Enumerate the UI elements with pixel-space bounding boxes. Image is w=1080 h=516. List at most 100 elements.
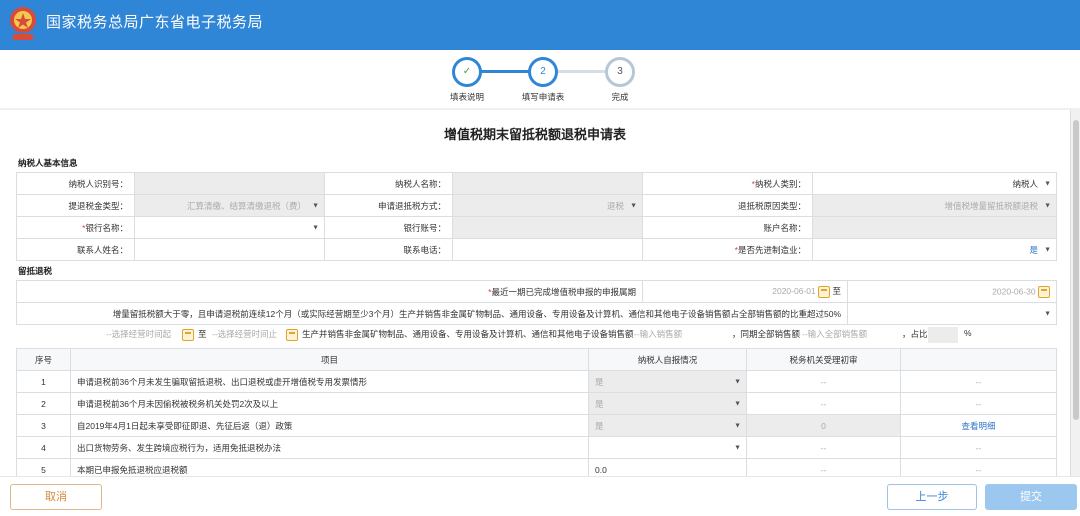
chevron-down-icon: ▼ bbox=[734, 400, 741, 407]
refund-reason-label: 退抵税原因类型： bbox=[642, 194, 813, 217]
row-item: 出口货物劳务、发生跨境应税行为，适用免抵退税办法 bbox=[70, 436, 589, 459]
row-no: 4 bbox=[16, 436, 71, 459]
vertical-scrollbar[interactable] bbox=[1070, 110, 1080, 476]
view-details-link[interactable]: 查看明细 bbox=[900, 414, 1057, 437]
ratio-field bbox=[928, 327, 958, 343]
chevron-down-icon: ▼ bbox=[734, 444, 741, 451]
refund-method-label: 申请退抵税方式： bbox=[324, 194, 453, 217]
footer-bar: 取消 上一步 提交 bbox=[0, 476, 1080, 516]
sales-input[interactable]: --输入销售额 bbox=[634, 328, 682, 340]
total-sales-input[interactable]: --输入全部销售额 bbox=[802, 328, 867, 340]
account-name-field bbox=[812, 216, 1057, 239]
taxpayer-type-label: *纳税人类别： bbox=[642, 172, 813, 195]
table-row: 4 出口货物劳务、发生跨境应税行为，适用免抵退税办法 ▼ -- -- bbox=[16, 436, 1057, 459]
total-sales-label: ，同期全部销售额 bbox=[732, 329, 801, 339]
submit-button[interactable]: 提交 bbox=[985, 484, 1077, 510]
calendar-icon[interactable] bbox=[286, 329, 298, 341]
row-no: 5 bbox=[16, 458, 71, 476]
row-item: 本期已申报免抵退税应退税额 bbox=[70, 458, 589, 476]
refund-method-select[interactable]: 退税 ▼ bbox=[452, 194, 643, 217]
chevron-down-icon: ▼ bbox=[734, 378, 741, 385]
row-no: 3 bbox=[16, 414, 71, 437]
row-self-select[interactable]: 是 ▼ bbox=[588, 392, 747, 415]
refund-reason-select[interactable]: 增值税增量留抵税额退税 ▼ bbox=[812, 194, 1057, 217]
contact-phone-label: 联系电话： bbox=[324, 238, 453, 261]
refund-type-select[interactable]: 汇算清缴、结算清缴退税（费） ▼ bbox=[134, 194, 325, 217]
row-extra: -- bbox=[900, 458, 1057, 476]
cancel-button[interactable]: 取消 bbox=[10, 484, 102, 510]
col-header-self: 纳税人自报情况 bbox=[588, 348, 747, 371]
row-item: 申请退税前36个月未发生骗取留抵退税、出口退税或虚开增值税专用发票情形 bbox=[70, 370, 589, 393]
calendar-icon[interactable] bbox=[818, 285, 831, 298]
row-review: -- bbox=[746, 458, 901, 476]
percent-sign: % bbox=[964, 328, 972, 338]
period-label: *最近一期已完成增值税申报的申报属期 bbox=[16, 280, 643, 303]
taxpayer-type-select[interactable]: 纳税人 ▼ bbox=[812, 172, 1057, 195]
chevron-down-icon: ▼ bbox=[734, 422, 741, 429]
row-extra: -- bbox=[900, 392, 1057, 415]
row-extra: -- bbox=[900, 370, 1057, 393]
col-header-no: 序号 bbox=[16, 348, 71, 371]
table-row: 3 自2019年4月1日起未享受即征即退、先征后返（退）政策 是 ▼ 0 查看明细 bbox=[16, 414, 1057, 437]
chevron-down-icon: ▼ bbox=[1044, 310, 1051, 317]
taxpayer-name-label: 纳税人名称： bbox=[324, 172, 453, 195]
period-end-field[interactable]: 2020-06-30 bbox=[847, 280, 1057, 303]
refund-type-label: 提退税金类型： bbox=[16, 194, 135, 217]
calendar-icon[interactable] bbox=[182, 329, 194, 341]
period-start-field[interactable]: 2020-06-01 至 bbox=[642, 280, 848, 303]
bank-account-field bbox=[452, 216, 643, 239]
bank-name-select[interactable]: ▼ bbox=[134, 216, 325, 239]
row-review: -- bbox=[746, 392, 901, 415]
chevron-down-icon: ▼ bbox=[1044, 202, 1051, 209]
table-row: 5 本期已申报免抵退税应退税额 0.0 -- -- bbox=[16, 458, 1057, 476]
row-self-select[interactable]: 是 ▼ bbox=[588, 370, 747, 393]
contact-name-input[interactable] bbox=[134, 238, 325, 261]
row-review: 0 bbox=[746, 414, 901, 437]
app-title: 国家税务总局广东省电子税务局 bbox=[46, 14, 264, 31]
form-title: 增值税期末留抵税额退税申请表 bbox=[443, 127, 626, 142]
step-1-label: 填表说明 bbox=[449, 92, 484, 102]
ratio-to-label: 至 bbox=[198, 329, 207, 339]
form-content: 增值税期末留抵税额退税申请表 纳税人基本信息 纳税人识别号： 纳税人名称： *纳… bbox=[0, 110, 1070, 476]
col-header-review: 税务机关受理初审 bbox=[746, 348, 901, 371]
question-text: 增量留抵税额大于零，且申请退税前连续12个月（或实际经营期至少3个月）生产并销售… bbox=[16, 302, 848, 325]
business-end-input[interactable]: --选择经营时间止 bbox=[212, 328, 277, 340]
col-header-item: 项目 bbox=[70, 348, 589, 371]
step-3-label: 完成 bbox=[611, 92, 629, 102]
bank-name-label: *银行名称： bbox=[16, 216, 135, 239]
table-row: 2 申请退税前36个月未因偷税被税务机关处罚2次及以上 是 ▼ -- -- bbox=[16, 392, 1057, 415]
retention-table: *最近一期已完成增值税申报的申报属期 2020-06-01 至 2020-06-… bbox=[16, 280, 1057, 325]
stepper: ✓ 填表说明 2 填写申请表 3 完成 bbox=[0, 50, 1080, 108]
contact-phone-input[interactable] bbox=[452, 238, 643, 261]
row-review: -- bbox=[746, 370, 901, 393]
previous-step-button[interactable]: 上一步 bbox=[887, 484, 977, 510]
row-review: -- bbox=[746, 436, 901, 459]
row-self-select[interactable]: ▼ bbox=[588, 436, 747, 459]
row-no: 1 bbox=[16, 370, 71, 393]
retention-section-title: 留抵退税 bbox=[18, 266, 53, 276]
basic-info-table: 纳税人识别号： 纳税人名称： *纳税人类别： 纳税人 ▼ 提退税金类型： 汇算清缴… bbox=[16, 172, 1057, 261]
row-item: 自2019年4月1日起未享受即征即退、先征后返（退）政策 bbox=[70, 414, 589, 437]
taxpayer-id-field bbox=[134, 172, 325, 195]
scrollbar-thumb[interactable] bbox=[1073, 120, 1079, 420]
calendar-icon[interactable] bbox=[1038, 285, 1050, 298]
step-1-check-icon: ✓ bbox=[452, 57, 482, 87]
taxpayer-id-label: 纳税人识别号： bbox=[16, 172, 135, 195]
tax-bureau-logo bbox=[10, 7, 36, 40]
business-start-input[interactable]: --选择经营时间起 bbox=[106, 328, 171, 340]
basic-info-section-title: 纳税人基本信息 bbox=[18, 158, 78, 168]
account-name-label: 账户名称： bbox=[642, 216, 813, 239]
ratio-label: ，占比 bbox=[902, 329, 928, 339]
row-no: 2 bbox=[16, 392, 71, 415]
period-start-value: 2020-06-01 bbox=[772, 286, 816, 297]
row-self-input[interactable]: 0.0 bbox=[588, 458, 747, 476]
ratio-row: --选择经营时间起 至 --选择经营时间止 生产并销售非金属矿物制品、通用设备、… bbox=[16, 324, 1056, 346]
period-to-label: 至 bbox=[832, 286, 841, 297]
question-select[interactable]: ▼ bbox=[847, 302, 1057, 325]
row-self-select[interactable]: 是 ▼ bbox=[588, 414, 747, 437]
chevron-down-icon: ▼ bbox=[312, 202, 319, 209]
top-bar: 国家税务总局广东省电子税务局 bbox=[0, 0, 1080, 50]
chevron-down-icon: ▼ bbox=[1044, 180, 1051, 187]
advanced-mfg-select[interactable]: 是 ▼ bbox=[812, 238, 1057, 261]
step-2-circle: 2 bbox=[528, 57, 558, 87]
